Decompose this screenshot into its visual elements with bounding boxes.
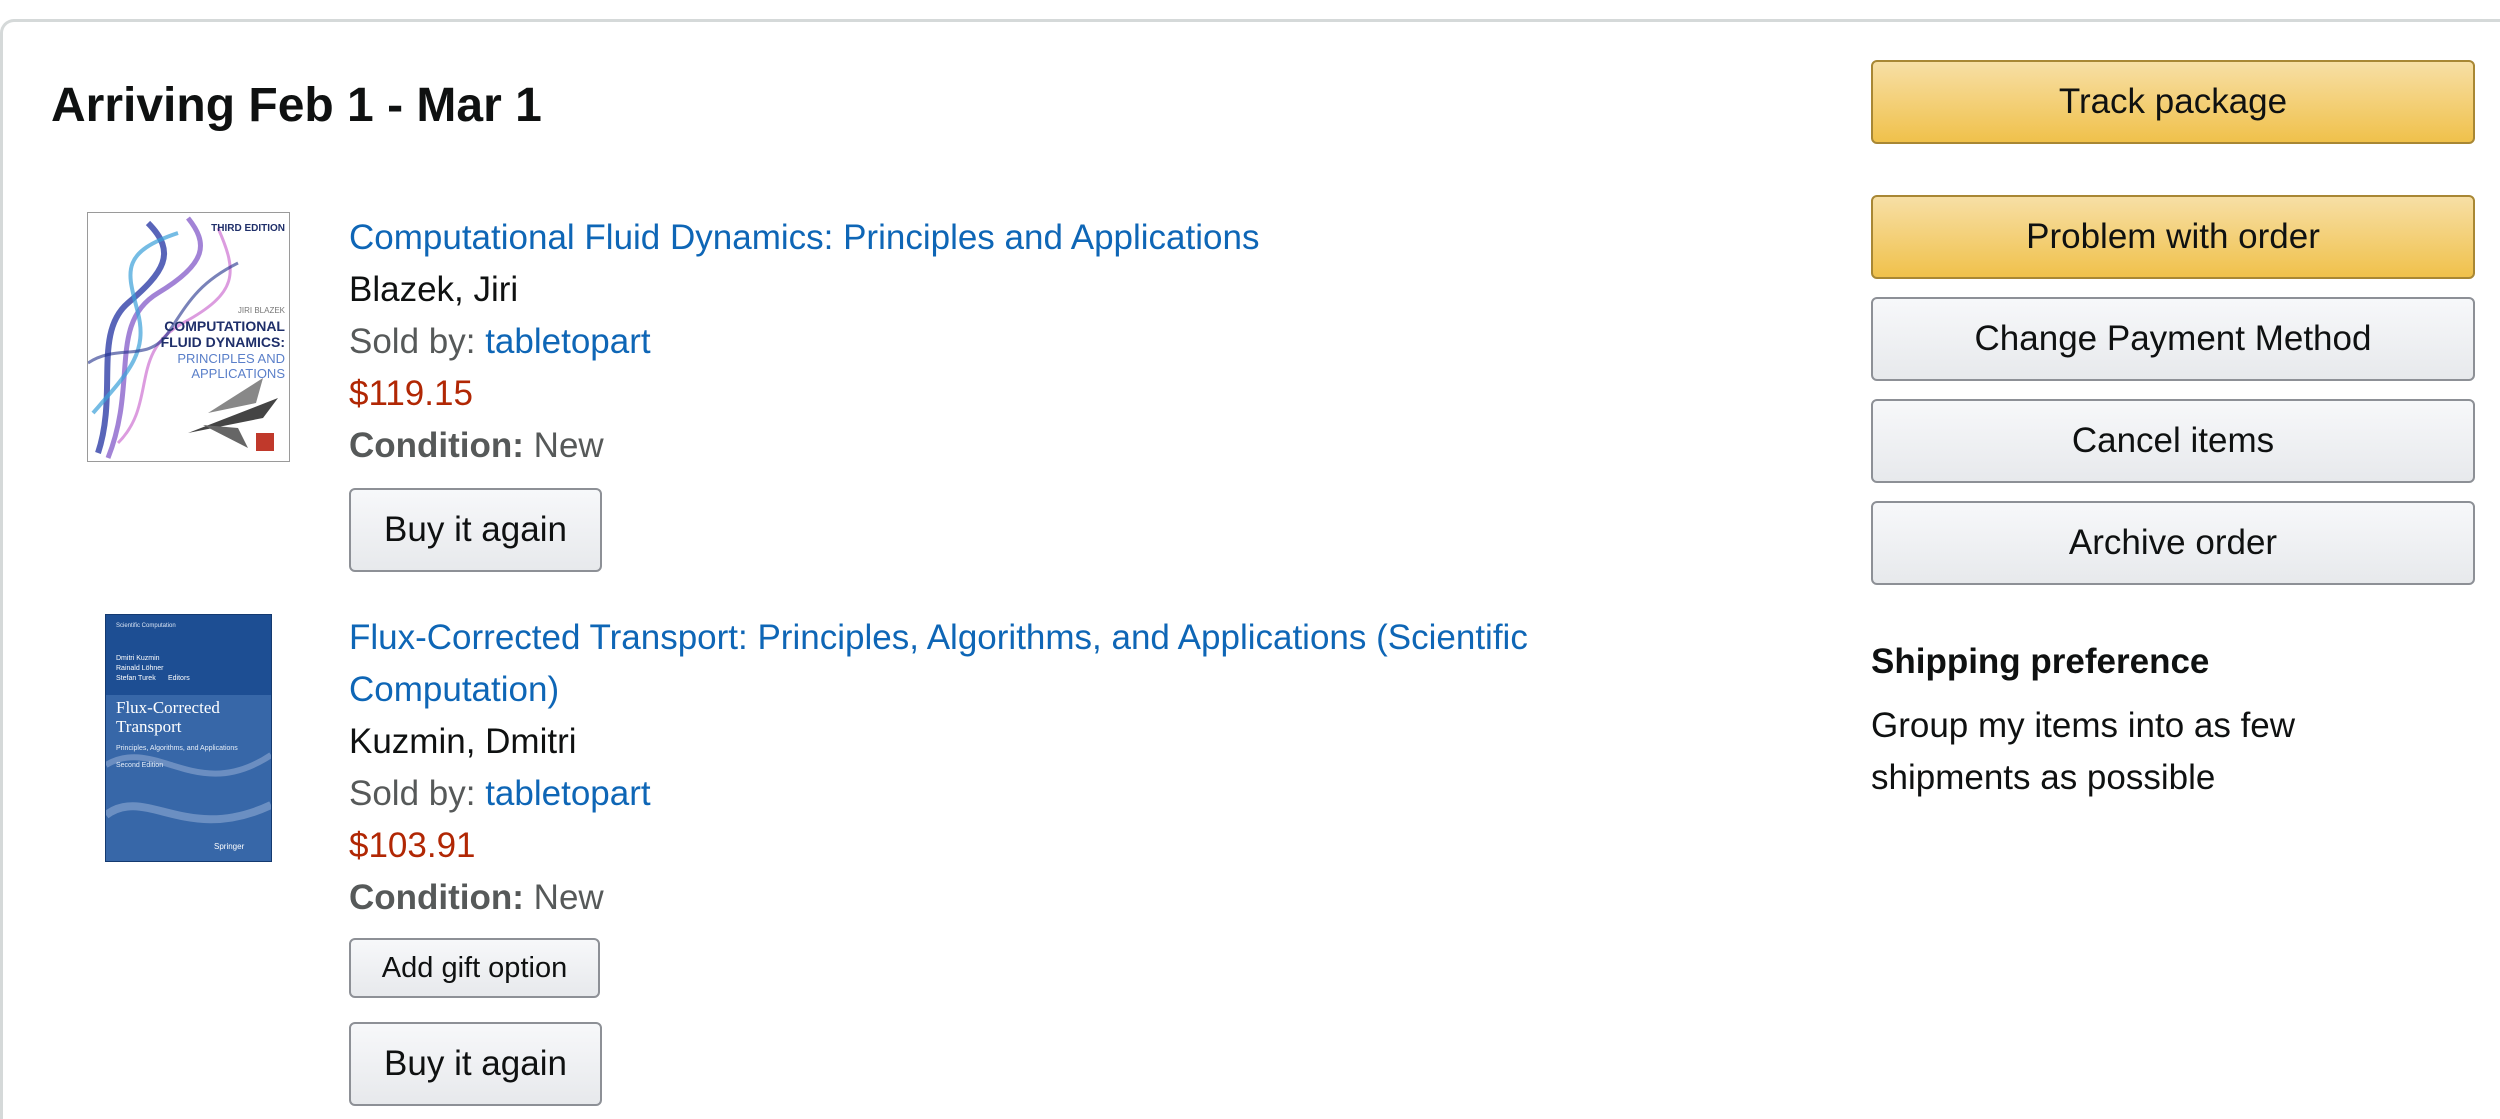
cover-series: Scientific Computation bbox=[116, 623, 176, 629]
product-image[interactable]: Scientific Computation Dmitri Kuzmin Rai… bbox=[105, 614, 272, 862]
product-title-link[interactable]: Computational Fluid Dynamics: Principles… bbox=[349, 212, 1729, 264]
sold-by-label: Sold by: bbox=[349, 322, 476, 361]
product-image[interactable]: THIRD EDITION JIRI BLAZEK COMPUTATIONAL … bbox=[87, 212, 290, 462]
cover-edition: Second Edition bbox=[116, 762, 163, 769]
condition-label: Condition: bbox=[349, 426, 524, 465]
change-payment-method-button[interactable]: Change Payment Method bbox=[1871, 297, 2475, 381]
cover-subtitle-2: APPLICATIONS bbox=[191, 366, 285, 381]
cover-edition: THIRD EDITION bbox=[211, 223, 285, 234]
cover-subtitle: Principles, Algorithms, and Applications bbox=[116, 745, 238, 752]
delivery-heading: Arriving Feb 1 - Mar 1 bbox=[51, 79, 542, 132]
cover-editor-1: Dmitri Kuzmin bbox=[116, 655, 160, 662]
condition-value: New bbox=[533, 878, 604, 917]
product-title-link[interactable]: Flux-Corrected Transport: Principles, Al… bbox=[349, 612, 1729, 716]
item-details: Computational Fluid Dynamics: Principles… bbox=[349, 212, 1729, 572]
cover-author: JIRI BLAZEK bbox=[238, 306, 286, 315]
sold-by-label: Sold by: bbox=[349, 774, 476, 813]
fct-cover-art: Scientific Computation Dmitri Kuzmin Rai… bbox=[106, 615, 271, 861]
seller-link[interactable]: tabletopart bbox=[485, 322, 650, 361]
product-condition: Condition: New bbox=[349, 872, 1729, 924]
sold-by: Sold by: tabletopart bbox=[349, 316, 1729, 368]
shipping-preference-heading: Shipping preference bbox=[1871, 642, 2210, 681]
cover-editor-3: Stefan Turek bbox=[116, 675, 156, 682]
product-condition: Condition: New bbox=[349, 420, 1729, 472]
cover-title-2: FLUID DYNAMICS: bbox=[161, 334, 285, 350]
buy-again-button[interactable]: Buy it again bbox=[349, 488, 602, 572]
condition-value: New bbox=[533, 426, 604, 465]
condition-label: Condition: bbox=[349, 878, 524, 917]
product-price: $119.15 bbox=[349, 374, 473, 413]
cover-title-1: Flux-Corrected bbox=[116, 698, 220, 717]
product-price: $103.91 bbox=[349, 826, 476, 865]
cover-publisher: Springer bbox=[214, 842, 245, 851]
shipping-preference-text: Group my items into as few shipments as … bbox=[1871, 706, 2296, 797]
buy-again-button[interactable]: Buy it again bbox=[349, 1022, 602, 1106]
cover-subtitle-1: PRINCIPLES AND bbox=[177, 351, 285, 366]
cover-editors-suffix: Editors bbox=[168, 675, 190, 682]
cover-title-1: COMPUTATIONAL bbox=[164, 318, 285, 334]
item-details: Flux-Corrected Transport: Principles, Al… bbox=[349, 612, 1729, 1106]
track-package-button[interactable]: Track package bbox=[1871, 60, 2475, 144]
add-gift-option-button[interactable]: Add gift option bbox=[349, 938, 600, 998]
cancel-items-button[interactable]: Cancel items bbox=[1871, 399, 2475, 483]
product-author: Kuzmin, Dmitri bbox=[349, 722, 577, 761]
problem-with-order-button[interactable]: Problem with order bbox=[1871, 195, 2475, 279]
order-card: Arriving Feb 1 - Mar 1 THIRD EDITION JIR… bbox=[0, 19, 2500, 1119]
seller-link[interactable]: tabletopart bbox=[485, 774, 650, 813]
product-author: Blazek, Jiri bbox=[349, 270, 519, 309]
cover-title-2: Transport bbox=[116, 717, 182, 736]
sold-by: Sold by: tabletopart bbox=[349, 768, 1729, 820]
archive-order-button[interactable]: Archive order bbox=[1871, 501, 2475, 585]
cover-editor-2: Rainald Löhner bbox=[116, 665, 164, 672]
cfd-cover-art: THIRD EDITION JIRI BLAZEK COMPUTATIONAL … bbox=[88, 213, 289, 461]
